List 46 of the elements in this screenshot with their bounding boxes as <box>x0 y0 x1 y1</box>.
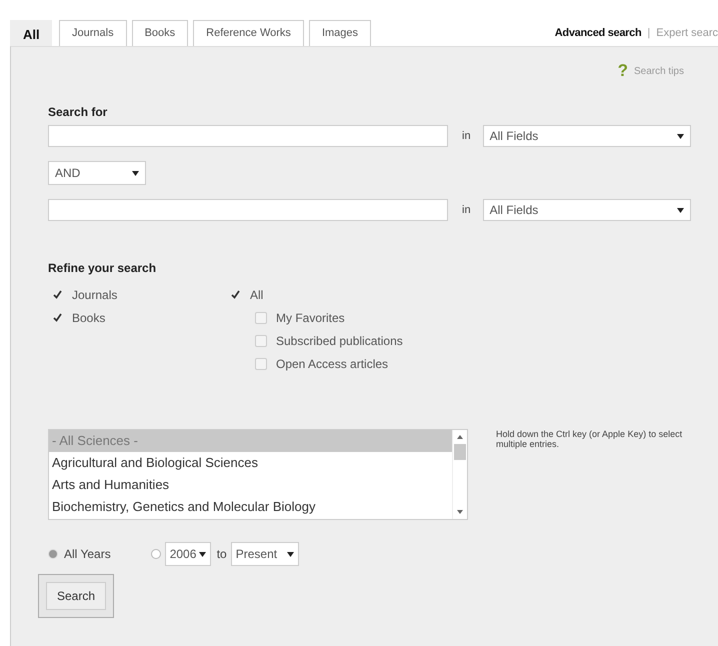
scroll-down-icon[interactable] <box>457 510 463 514</box>
scroll-up-icon[interactable] <box>457 435 463 439</box>
hint-text: Hold down the Ctrl key (or Apple Key) to select multiple entries. <box>496 429 684 451</box>
radio-label: All Years <box>64 547 111 561</box>
caret-icon <box>676 208 684 212</box>
list-item[interactable]: Biochemistry, Genetics and Molecular Biology <box>49 496 452 518</box>
year-dropdown[interactable]: 2006 <box>164 542 211 566</box>
checkbox-label: My Favorites <box>276 310 345 324</box>
list-item[interactable]: Agricultural and Biological Sciences <box>49 452 452 474</box>
year-dropdown[interactable]: Present <box>230 542 299 566</box>
checkbox-label: All <box>250 288 264 302</box>
radio-button[interactable] <box>150 549 161 559</box>
tab[interactable]: Reference Works <box>193 20 304 46</box>
caret-icon <box>198 552 206 556</box>
tab[interactable]: Journals <box>59 20 127 46</box>
operator-dropdown[interactable]: AND <box>48 161 146 185</box>
in-label: in <box>462 130 471 142</box>
in-label: in <box>462 204 471 216</box>
search-field[interactable] <box>48 199 448 221</box>
search-button[interactable]: Search <box>46 582 106 610</box>
checkbox-label: Books <box>72 310 106 324</box>
dropdown[interactable]: All Fields <box>482 199 691 221</box>
separator: | <box>647 27 650 39</box>
section-label: Search for <box>48 105 108 119</box>
scroll-thumb[interactable] <box>454 444 466 460</box>
caret-icon <box>286 552 294 556</box>
checkbox[interactable] <box>51 288 63 300</box>
tab[interactable]: All <box>10 20 52 46</box>
tab[interactable]: Images <box>308 20 372 46</box>
checkbox[interactable] <box>51 312 63 324</box>
tab[interactable]: Books <box>132 20 188 46</box>
list-item[interactable]: Arts and Humanities <box>49 474 452 496</box>
search-field[interactable] <box>48 125 448 147</box>
dropdown[interactable]: All Fields <box>482 125 691 147</box>
section-label: Refine your search <box>48 261 156 275</box>
caret-icon <box>676 134 684 138</box>
link[interactable]: Advanced search <box>554 27 642 39</box>
checkbox-label: Open Access articles <box>276 356 388 370</box>
checkbox[interactable] <box>229 288 241 300</box>
radio-button[interactable] <box>48 549 58 559</box>
checkbox-label: Subscribed publications <box>276 334 403 348</box>
checkbox-label: Journals <box>72 288 118 302</box>
scrollbar[interactable] <box>452 430 467 519</box>
to-label: to <box>216 547 227 561</box>
subject-list[interactable]: - All Sciences - Agricultural and Biological Sciences Arts and Humanities Biochemistry, Genetics and Molecular Biology <box>48 429 468 520</box>
caret-icon <box>132 170 139 176</box>
